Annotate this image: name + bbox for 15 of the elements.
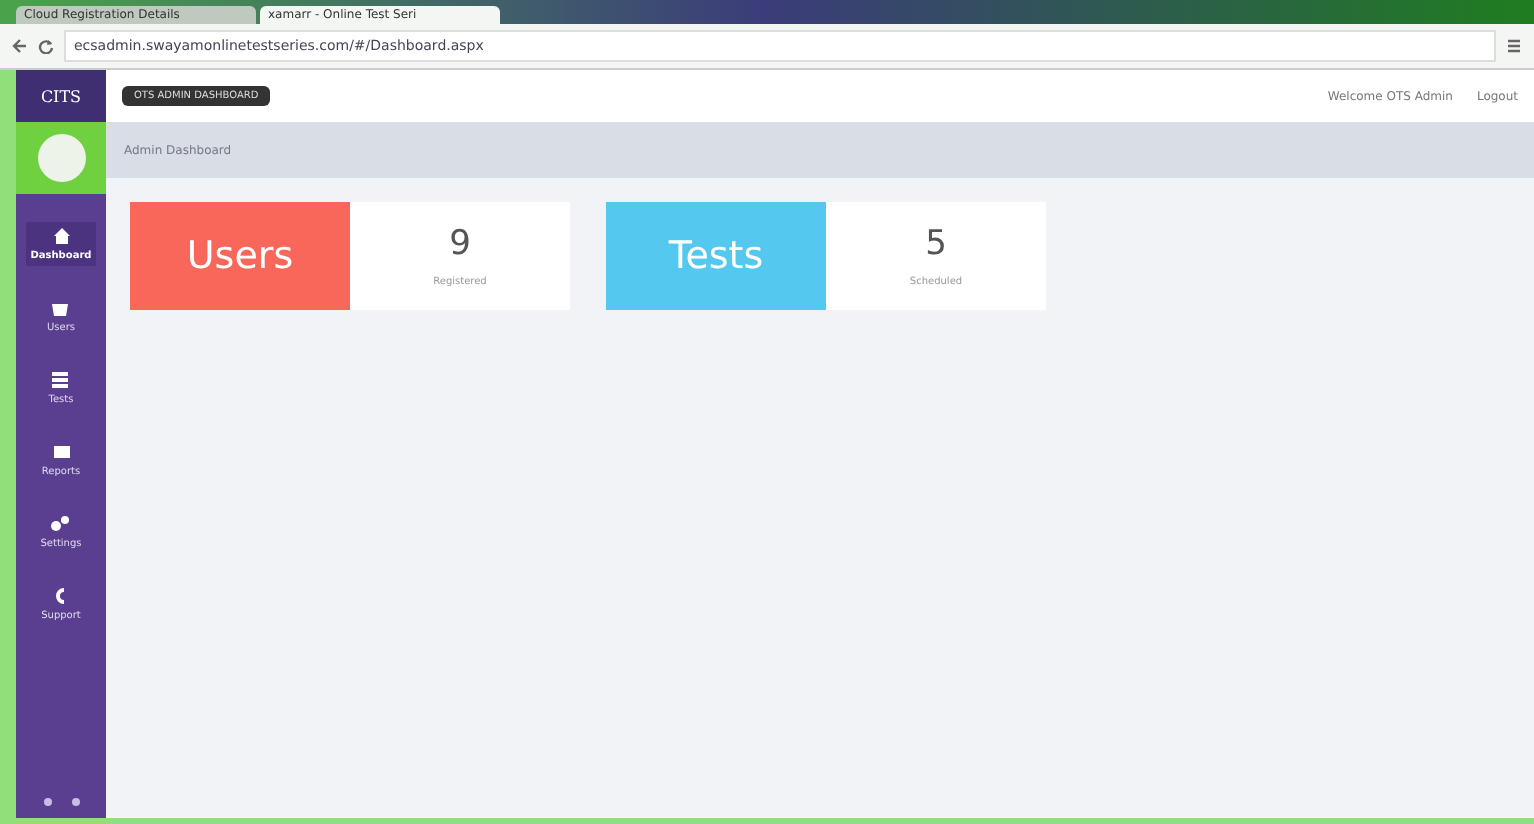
basket-icon [50,298,71,318]
stat-title-panel: Users [130,202,350,310]
menu-icon[interactable] [1506,38,1522,54]
stat-title-panel: Tests [606,202,826,310]
home-icon [51,226,71,246]
stat-count: 5 [925,224,947,264]
table-icon [51,442,71,462]
dot-icon[interactable] [71,798,79,806]
stat-count: 9 [449,224,471,264]
dot-icon[interactable] [43,798,51,806]
logo: CITS [16,70,106,122]
back-icon[interactable] [12,38,28,54]
reload-icon[interactable] [38,38,54,54]
list-icon [50,370,71,390]
avatar [37,134,85,182]
